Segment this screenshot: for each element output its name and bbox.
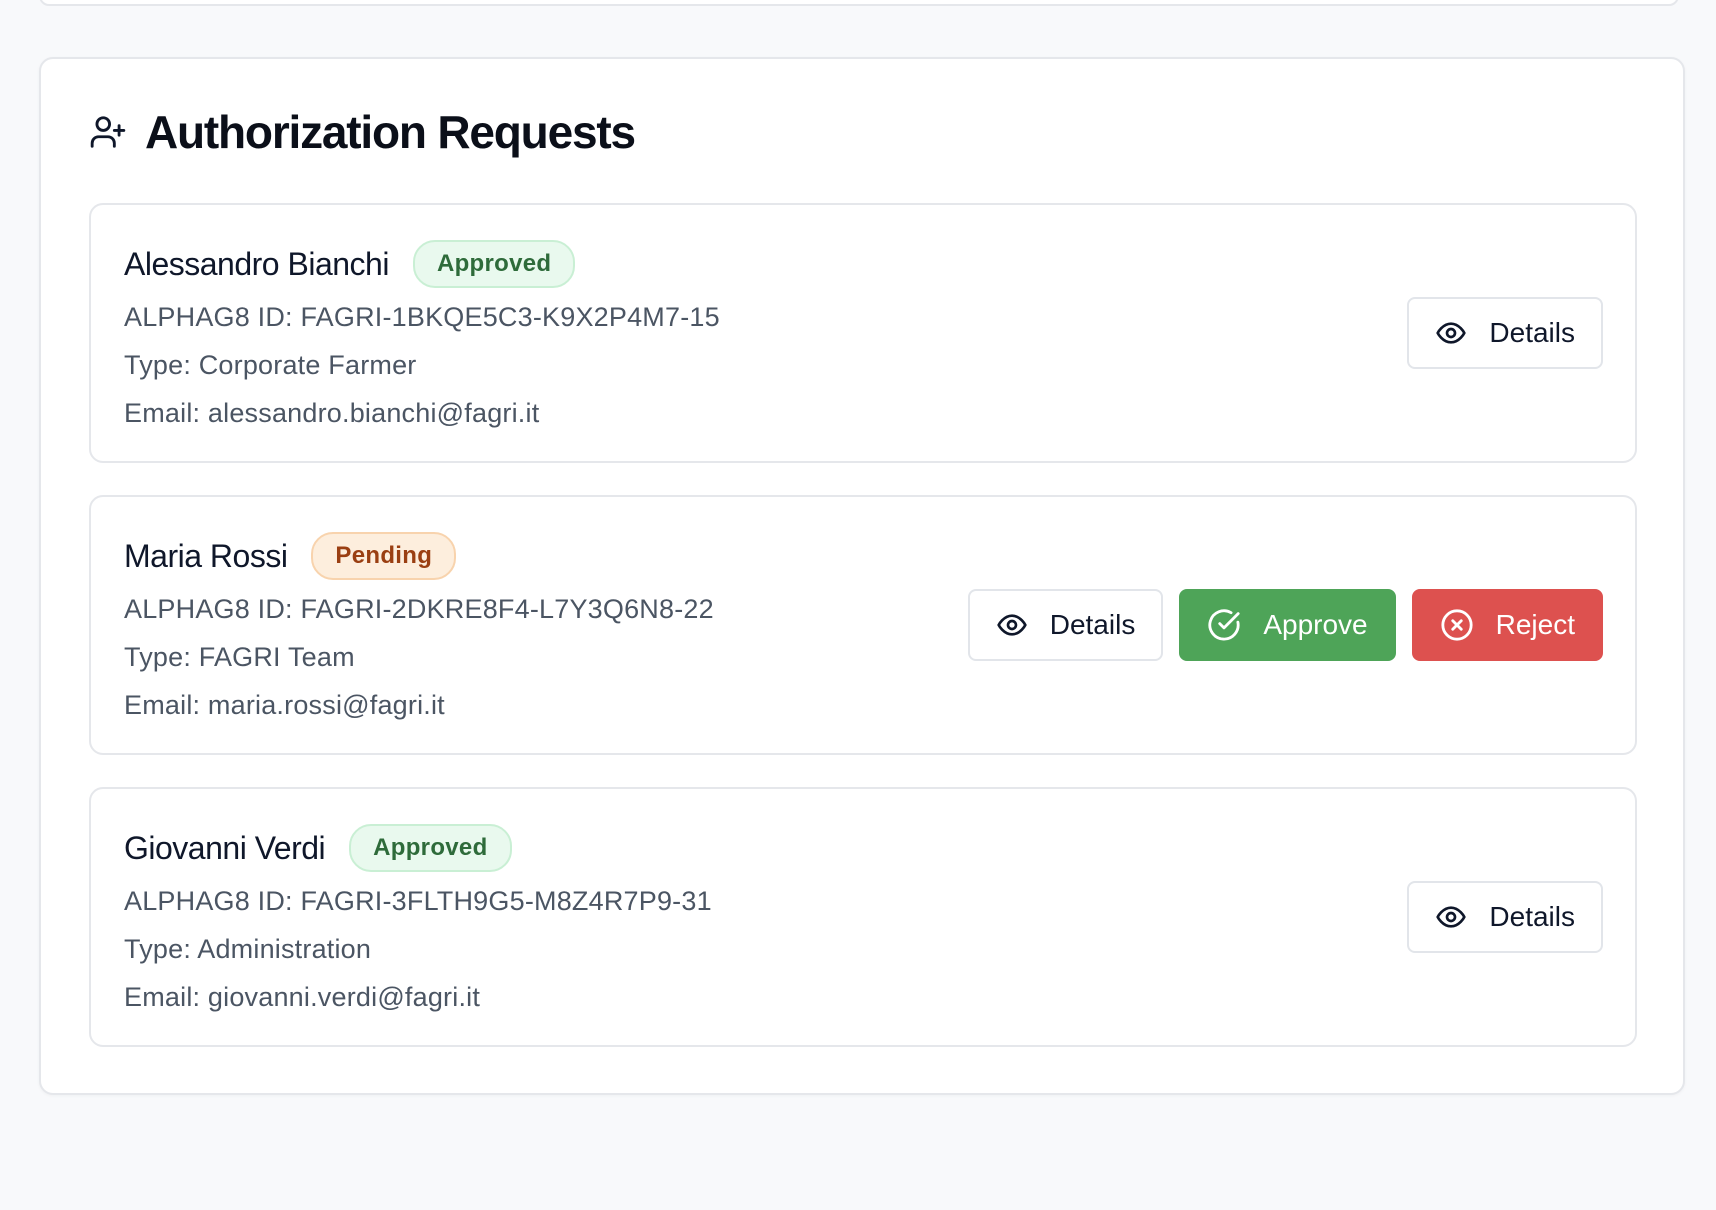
requester-email: Email: alessandro.bianchi@fagri.it (124, 398, 540, 428)
request-name-row: Giovanni Verdi Approved (124, 824, 712, 872)
requester-type: Type: Administration (124, 934, 372, 964)
requester-name: Giovanni Verdi (124, 829, 326, 866)
request-item: Giovanni Verdi Approved ALPHAG8 ID: FAGR… (89, 787, 1637, 1047)
section-header: Authorization Requests (89, 105, 636, 159)
requester-name: Alessandro Bianchi (124, 245, 389, 282)
eye-icon (996, 609, 1028, 641)
approve-button[interactable]: Approve (1179, 589, 1396, 661)
reject-button-label: Reject (1495, 609, 1575, 640)
check-circle-icon (1207, 608, 1241, 642)
details-button-label: Details (1049, 609, 1136, 640)
eye-icon (1435, 317, 1467, 349)
request-item: Maria Rossi Pending ALPHAG8 ID: FAGRI-2D… (89, 495, 1637, 755)
reject-button[interactable]: Reject (1411, 589, 1603, 661)
requester-type: Type: FAGRI Team (124, 642, 355, 672)
details-button[interactable]: Details (1407, 297, 1603, 369)
requester-email: Email: giovanni.verdi@fagri.it (124, 982, 481, 1012)
details-button-label: Details (1489, 901, 1575, 932)
status-badge: Pending (311, 532, 457, 580)
details-button[interactable]: Details (1407, 881, 1603, 953)
alphag8-id: ALPHAG8 ID: FAGRI-2DKRE8F4-L7Y3Q6N8-22 (124, 594, 714, 624)
request-item: Alessandro Bianchi Approved ALPHAG8 ID: … (89, 203, 1637, 463)
details-button[interactable]: Details (967, 589, 1164, 661)
status-badge: Approved (412, 240, 576, 288)
requester-email: Email: maria.rossi@fagri.it (124, 690, 445, 720)
requester-type: Type: Corporate Farmer (124, 350, 417, 380)
x-circle-icon (1440, 608, 1474, 642)
request-name-row: Maria Rossi Pending (124, 532, 714, 580)
authorization-requests-card: Authorization Requests Alessandro Bianch… (39, 57, 1685, 1095)
request-actions: Details (1407, 297, 1603, 369)
alphag8-id: ALPHAG8 ID: FAGRI-1BKQE5C3-K9X2P4M7-15 (124, 302, 720, 332)
request-actions: Details Approve Reject (967, 589, 1603, 661)
requester-name: Maria Rossi (124, 537, 288, 574)
section-title: Authorization Requests (145, 106, 636, 158)
approve-button-label: Approve (1263, 609, 1368, 640)
request-info: Giovanni Verdi Approved ALPHAG8 ID: FAGR… (124, 824, 712, 1015)
previous-card (39, 0, 1679, 6)
request-name-row: Alessandro Bianchi Approved (124, 240, 720, 288)
eye-icon (1435, 901, 1467, 933)
request-info: Maria Rossi Pending ALPHAG8 ID: FAGRI-2D… (124, 532, 714, 723)
details-button-label: Details (1489, 317, 1575, 348)
request-list: Alessandro Bianchi Approved ALPHAG8 ID: … (89, 203, 1637, 1079)
alphag8-id: ALPHAG8 ID: FAGRI-3FLTH9G5-M8Z4R7P9-31 (124, 886, 712, 916)
status-badge: Approved (349, 824, 512, 872)
user-plus-icon (89, 113, 127, 151)
request-actions: Details (1407, 881, 1603, 953)
request-info: Alessandro Bianchi Approved ALPHAG8 ID: … (124, 240, 720, 431)
